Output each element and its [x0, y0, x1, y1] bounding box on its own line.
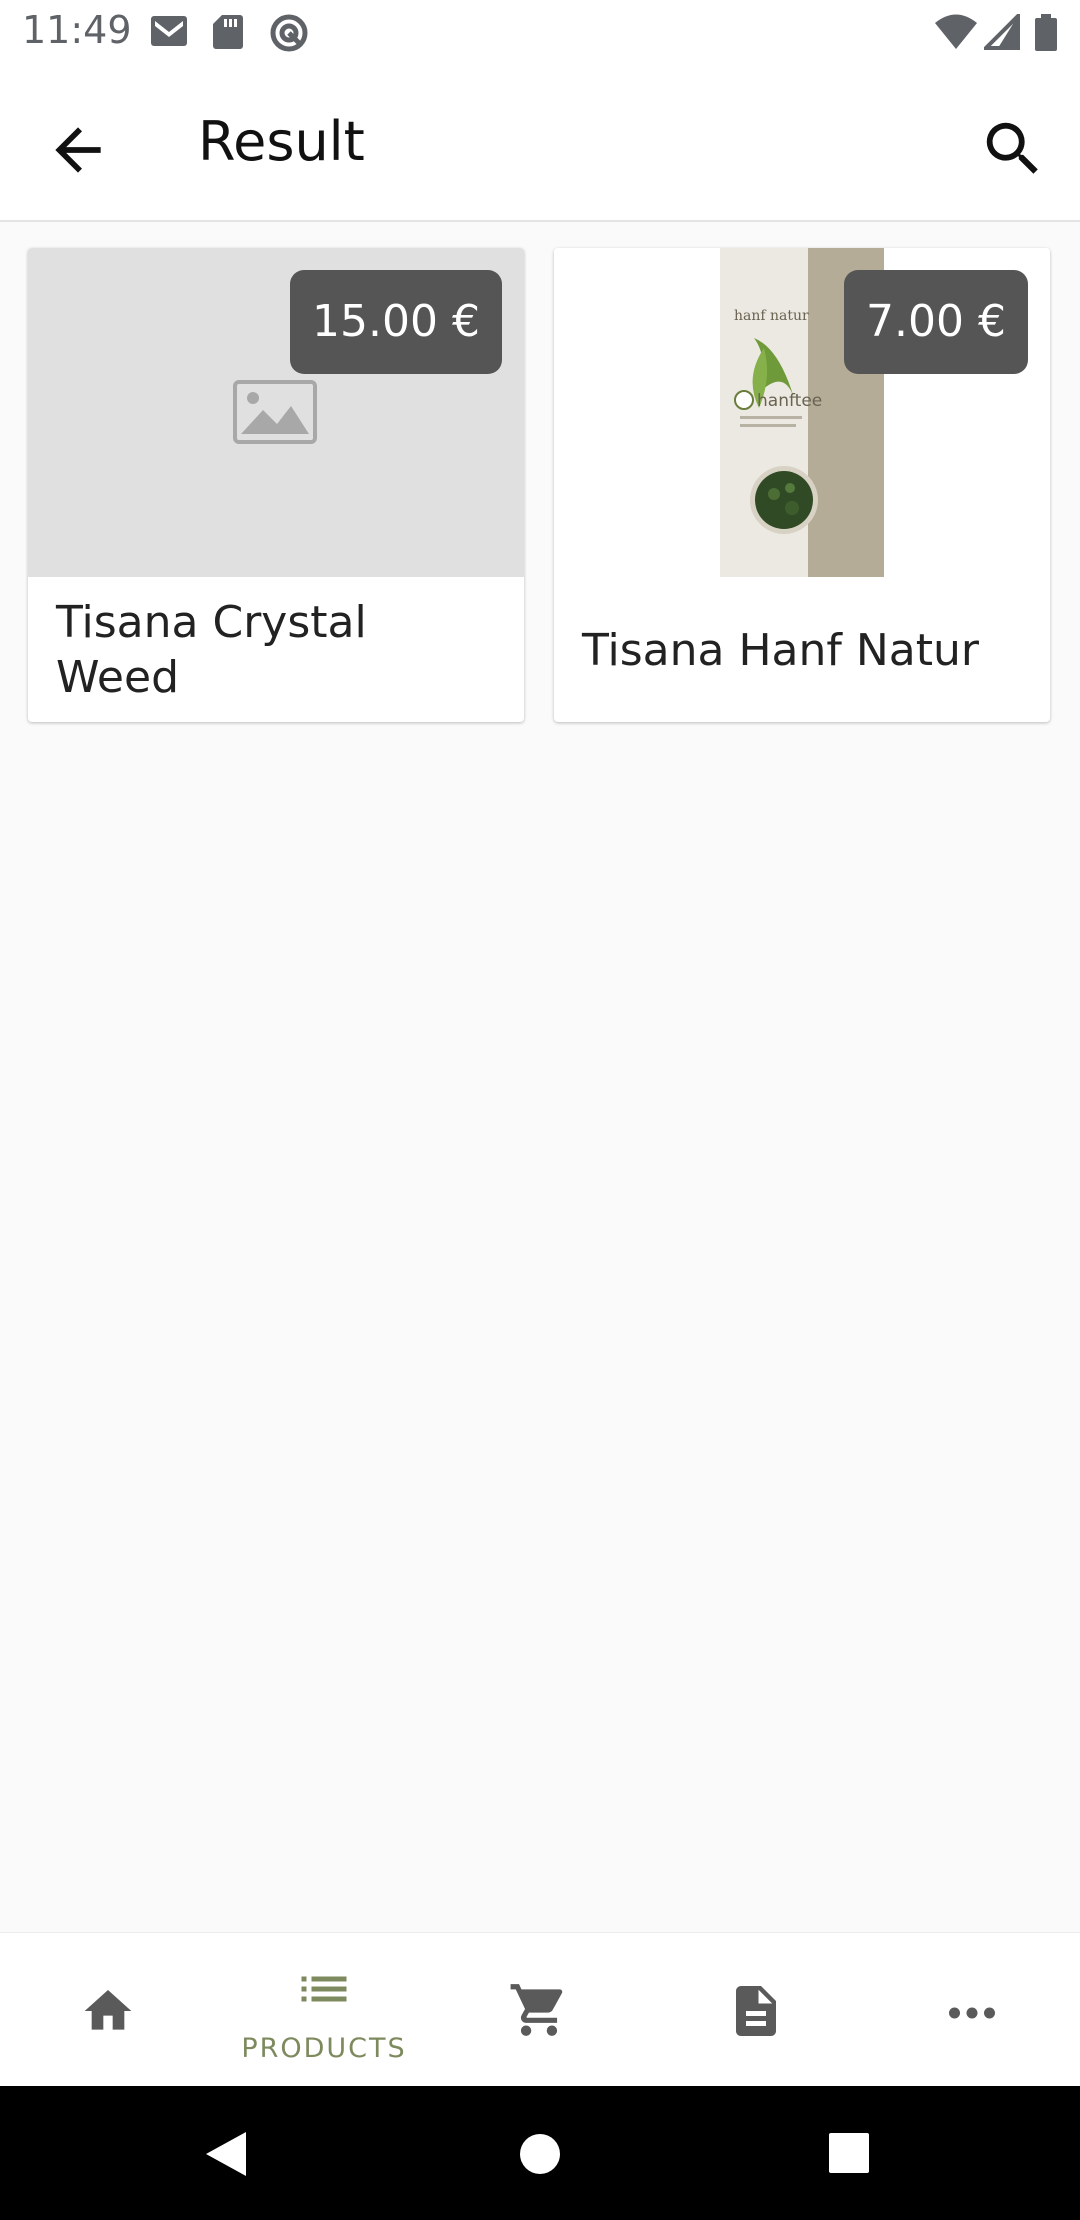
product-name: Tisana Crystal Weed: [56, 597, 367, 703]
image-placeholder-icon: [233, 380, 317, 444]
product-text: hanftee: [757, 391, 822, 411]
vpn-icon: [270, 14, 308, 52]
list-icon: [301, 1976, 347, 2002]
home-circle-icon[interactable]: [518, 2132, 562, 2176]
nav-more[interactable]: [864, 1933, 1080, 2087]
status-time: 11:49: [22, 8, 132, 52]
signal-icon: [984, 14, 1020, 50]
cart-icon: [510, 1984, 563, 2036]
product-name: Tisana Hanf Natur: [582, 624, 979, 676]
nav-documents[interactable]: [648, 1933, 864, 2087]
back-triangle-icon[interactable]: [204, 2130, 248, 2178]
search-icon[interactable]: [978, 114, 1048, 184]
product-card[interactable]: hanf natur hanftee 7.00 € Tisana Hanf Na…: [554, 248, 1050, 722]
price-badge: 7.00 €: [844, 270, 1028, 374]
bottom-navigation: PRODUCTS: [0, 1932, 1080, 2087]
wifi-icon: [935, 14, 977, 49]
arrow-back-icon[interactable]: [44, 116, 112, 184]
brand-text: hanf natur: [734, 308, 809, 324]
recents-square-icon[interactable]: [828, 2132, 870, 2174]
nav-cart[interactable]: [432, 1933, 648, 2087]
status-bar: 11:49: [0, 0, 1080, 66]
app-bar: Result: [0, 66, 1080, 222]
nav-products[interactable]: PRODUCTS: [216, 1933, 432, 2087]
nav-home[interactable]: [0, 1933, 216, 2087]
nav-label: PRODUCTS: [241, 2033, 407, 2064]
price-badge: 15.00 €: [290, 270, 502, 374]
document-icon: [736, 1986, 776, 2036]
page-title: Result: [198, 110, 365, 173]
sd-card-icon: [213, 15, 243, 49]
home-icon: [84, 1990, 132, 2030]
more-icon: [949, 2007, 995, 2019]
system-navigation-bar: [0, 2086, 1080, 2220]
gmail-icon: [151, 16, 187, 46]
product-card[interactable]: 15.00 € Tisana Crystal Weed: [28, 248, 524, 722]
battery-icon: [1035, 14, 1057, 51]
